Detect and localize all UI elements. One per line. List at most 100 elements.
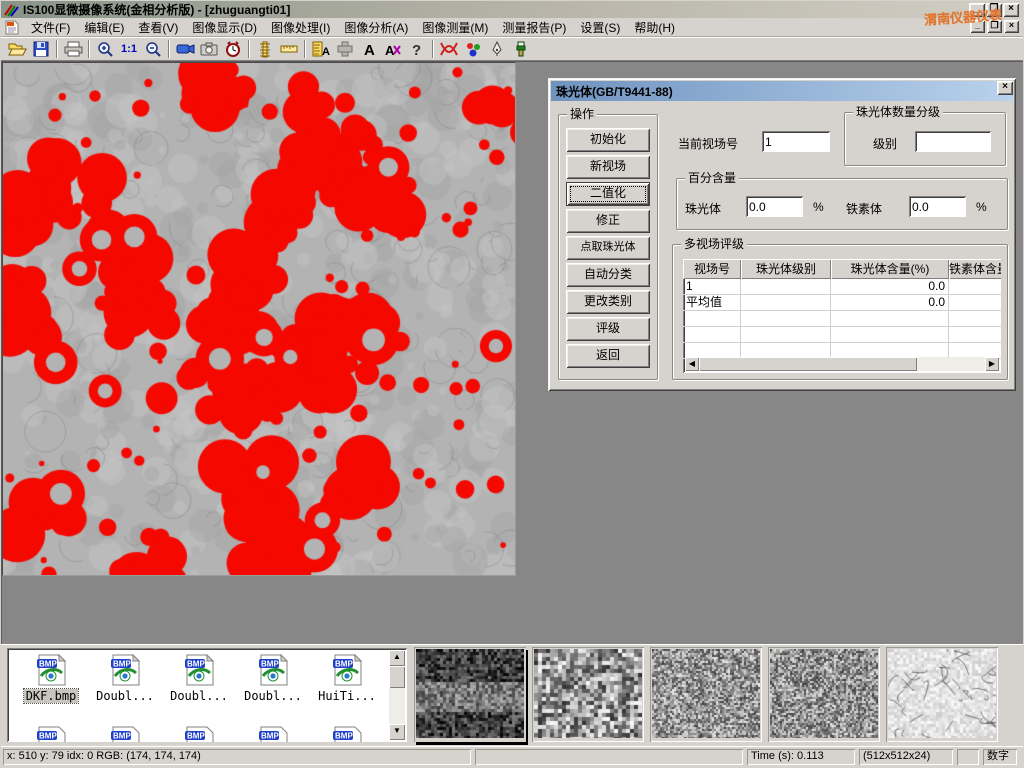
text-tool-button[interactable]: A [357, 38, 381, 60]
menu-image-process[interactable]: 图像处理(I) [264, 17, 337, 38]
toolbar-separator [168, 40, 170, 58]
grade-button[interactable]: 评级 [566, 317, 650, 341]
close-button[interactable]: × [1003, 3, 1019, 17]
menu-image-measure[interactable]: 图像测量(M) [415, 17, 495, 38]
thumbnail-3[interactable] [650, 647, 762, 742]
dialog-close-button[interactable]: × [997, 81, 1013, 95]
brush-tool-button[interactable] [509, 38, 533, 60]
auto-classify-button[interactable]: 自动分类 [566, 263, 650, 287]
ferrite-percent-input[interactable] [909, 196, 966, 217]
return-button[interactable]: 返回 [566, 344, 650, 368]
menu-edit[interactable]: 编辑(E) [77, 17, 131, 38]
file-item[interactable]: BMP Doubl... [237, 654, 309, 703]
thumbnail-2[interactable] [532, 647, 644, 742]
svg-text:BMP: BMP [335, 732, 353, 741]
grading-group-label: 珠光体数量分级 [853, 105, 943, 119]
file-item[interactable]: BMP [237, 726, 309, 742]
svg-text:BMP: BMP [39, 732, 57, 741]
print-button[interactable] [61, 38, 85, 60]
col-ferrite-percent[interactable]: 铁素体含量(%) [949, 259, 1001, 279]
table-row[interactable]: 1 0.0 [683, 279, 1001, 295]
particle-classify-button[interactable] [461, 38, 485, 60]
toolbar: 1:1 A A A ? [1, 37, 1023, 61]
zoom-out-button[interactable] [141, 38, 165, 60]
document-icon[interactable] [5, 20, 20, 35]
measure-annotate-button[interactable]: A [309, 38, 333, 60]
photo-capture-button[interactable] [197, 38, 221, 60]
col-pearlite-percent[interactable]: 珠光体含量(%) [831, 259, 949, 279]
svg-text:BMP: BMP [187, 660, 205, 669]
file-list-vscrollbar[interactable]: ▲ ▼ [389, 650, 405, 740]
file-name[interactable]: Doubl... [168, 689, 230, 703]
file-item[interactable]: BMP [311, 726, 383, 742]
file-name[interactable]: DKF.bmp [24, 689, 79, 703]
file-name[interactable]: HuiTi... [316, 689, 378, 703]
initialize-button[interactable]: 初始化 [566, 128, 650, 152]
grid-tool-button[interactable] [333, 38, 357, 60]
scroll-left-icon[interactable]: ◀ [685, 357, 699, 371]
grade-input[interactable] [915, 131, 991, 152]
bmp-file-icon: BMP [331, 654, 363, 686]
save-button[interactable] [29, 38, 53, 60]
file-list[interactable]: BMP DKF.bmp BMP Doubl... BMP Doubl... BM… [7, 648, 407, 742]
text-edit-button[interactable]: A [381, 38, 405, 60]
current-field-input[interactable] [762, 131, 830, 152]
table-row[interactable]: 平均值 0.0 [683, 295, 1001, 311]
col-field-no[interactable]: 视场号 [683, 259, 741, 279]
new-field-button[interactable]: 新视场 [566, 155, 650, 179]
micrograph-image[interactable] [3, 63, 515, 575]
vscroll-thumb[interactable] [389, 666, 405, 688]
menu-file[interactable]: 文件(F) [24, 17, 77, 38]
menu-view[interactable]: 查看(V) [131, 17, 185, 38]
open-icon [8, 41, 27, 57]
text-edit-icon: A [384, 41, 402, 57]
file-item[interactable]: BMP [163, 726, 235, 742]
thumbnail-1[interactable] [414, 647, 526, 742]
hscroll-thumb[interactable] [699, 357, 917, 371]
file-item[interactable]: BMP [15, 726, 87, 742]
ruler-measure-button[interactable] [277, 38, 301, 60]
file-name[interactable]: Doubl... [94, 689, 156, 703]
menu-image-display[interactable]: 图像显示(D) [185, 17, 264, 38]
file-item[interactable]: BMP HuiTi... [311, 654, 383, 703]
file-item[interactable]: BMP Doubl... [89, 654, 161, 703]
pen-tool-button[interactable] [485, 38, 509, 60]
file-item[interactable]: BMP DKF.bmp [15, 654, 87, 703]
file-item[interactable]: BMP Doubl... [163, 654, 235, 703]
bmp-file-icon: BMP [183, 726, 215, 742]
caliper-measure-button[interactable] [253, 38, 277, 60]
change-class-button[interactable]: 更改类别 [566, 290, 650, 314]
file-name[interactable]: Doubl... [242, 689, 304, 703]
timer-button[interactable] [221, 38, 245, 60]
menu-help[interactable]: 帮助(H) [627, 17, 682, 38]
pearlite-percent-input[interactable] [746, 196, 803, 217]
toolbar-separator [432, 40, 434, 58]
micrograph-frame [2, 62, 516, 576]
status-image-size: (512x512x24) [859, 749, 953, 765]
binarize-button[interactable]: 二值化 [566, 182, 650, 206]
table-hscrollbar[interactable]: ◀ ▶ [685, 357, 999, 371]
thumbnail-4[interactable] [768, 647, 880, 742]
menu-report[interactable]: 测量报告(P) [495, 17, 573, 38]
scroll-right-icon[interactable]: ▶ [985, 357, 999, 371]
grade-label: 级别 [873, 135, 897, 152]
thumbnail-5[interactable] [886, 647, 998, 742]
help-button[interactable]: ? [405, 38, 429, 60]
curve-tool-button[interactable] [437, 38, 461, 60]
file-item[interactable]: BMP [89, 726, 161, 742]
pick-pearlite-button[interactable]: 点取珠光体 [566, 236, 650, 260]
menu-image-analysis[interactable]: 图像分析(A) [337, 17, 415, 38]
dialog-titlebar: 珠光体(GB/T9441-88) [551, 81, 1013, 101]
col-pearlite-grade[interactable]: 珠光体级别 [741, 259, 831, 279]
mdi-close-button[interactable]: × [1004, 20, 1019, 33]
zoom-in-button[interactable] [93, 38, 117, 60]
actual-size-button[interactable]: 1:1 [117, 38, 141, 60]
svg-text:BMP: BMP [261, 732, 279, 741]
open-button[interactable] [5, 38, 29, 60]
correct-button[interactable]: 修正 [566, 209, 650, 233]
scroll-up-icon[interactable]: ▲ [389, 650, 405, 666]
scroll-down-icon[interactable]: ▼ [389, 724, 405, 740]
svg-text:BMP: BMP [113, 732, 131, 741]
menu-settings[interactable]: 设置(S) [573, 17, 627, 38]
video-capture-button[interactable] [173, 38, 197, 60]
